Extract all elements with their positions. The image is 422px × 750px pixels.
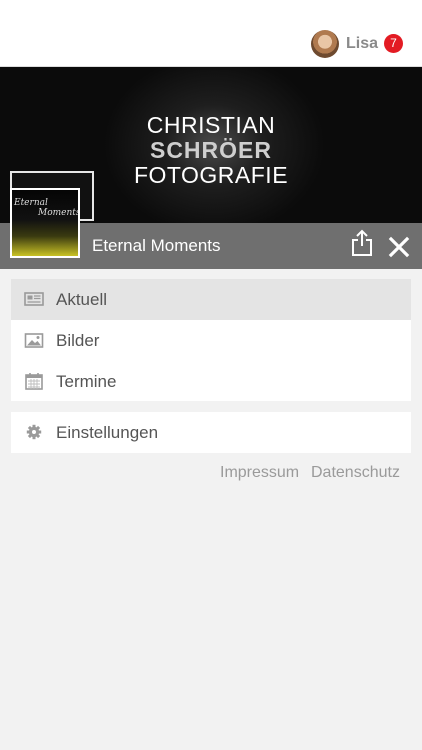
gear-icon (26, 424, 42, 440)
brand-line-2: SCHRÖER (149, 137, 272, 163)
user-avatar[interactable] (311, 30, 339, 58)
menu-card: Aktuell Bilder Termine (11, 279, 411, 401)
notification-badge[interactable]: 7 (384, 34, 403, 53)
page-title: Eternal Moments (92, 236, 221, 255)
calendar-icon (25, 373, 43, 390)
brand-line-1: CHRISTIAN (146, 112, 276, 138)
share-icon[interactable] (351, 229, 373, 257)
datenschutz-link[interactable]: Datenschutz (311, 463, 400, 483)
logo-line-2: Moments (38, 208, 80, 218)
close-icon[interactable] (388, 236, 410, 258)
logo-lettering: Eternal Moments (14, 198, 80, 218)
newspaper-icon (24, 292, 44, 306)
menu-item-einstellungen[interactable]: Einstellungen (11, 412, 411, 453)
menu-item-label: Aktuell (56, 290, 108, 309)
menu-item-termine[interactable]: Termine (11, 361, 411, 402)
menu-item-label: Termine (56, 372, 117, 391)
impressum-link[interactable]: Impressum (220, 463, 299, 483)
user-name[interactable]: Lisa (346, 35, 378, 53)
logo-line-1: Eternal (14, 198, 48, 208)
settings-card: Einstellungen (11, 412, 411, 453)
image-icon (24, 333, 44, 348)
menu-item-bilder[interactable]: Bilder (11, 320, 411, 361)
top-bar: Lisa 7 (0, 0, 422, 66)
page-logo[interactable]: Eternal Moments (10, 188, 80, 258)
menu-item-label: Bilder (56, 331, 100, 350)
menu-item-aktuell[interactable]: Aktuell (11, 279, 411, 320)
menu-item-label: Einstellungen (56, 423, 159, 442)
